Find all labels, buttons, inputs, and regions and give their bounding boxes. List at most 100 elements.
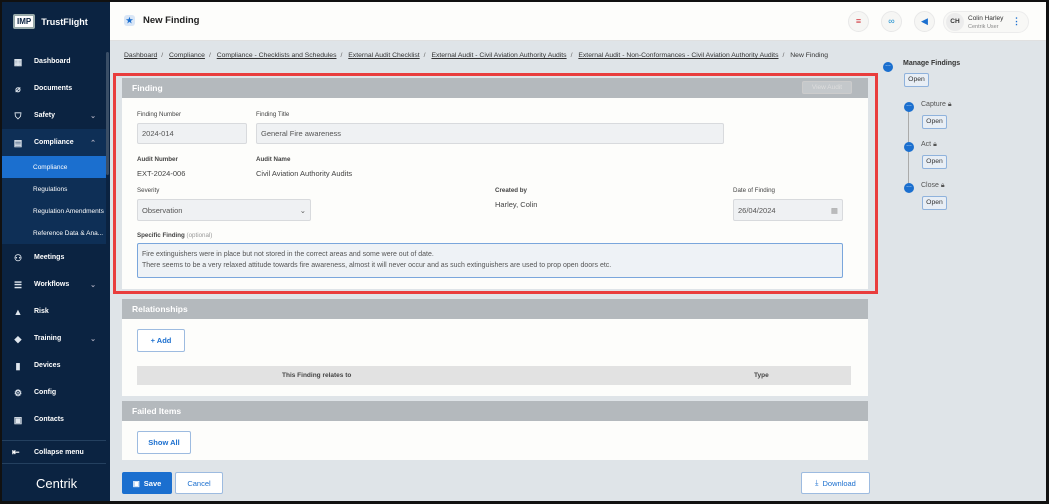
label: Capture (921, 101, 946, 108)
sidebar-item-safety[interactable]: ⛉ Safety ⌄ (2, 102, 106, 129)
avatar: CH (946, 13, 964, 31)
sidebar-item-meetings[interactable]: ⚇ Meetings (2, 244, 106, 271)
sidebar-item-documents[interactable]: ⌀ Documents (2, 75, 106, 102)
dashboard-icon: ▦ (13, 56, 23, 67)
stack-icon[interactable]: ≡ (848, 11, 869, 32)
close-open-button[interactable]: Open (922, 196, 947, 210)
breadcrumb-link[interactable]: External Audit - Non-Conformances - Civi… (578, 52, 778, 59)
centrik-logo: Centrik (36, 476, 78, 491)
label: Documents (34, 85, 73, 92)
lock-icon: 🔒︎ (940, 182, 945, 189)
sidebar-item-config[interactable]: ⚙ Config (2, 379, 106, 406)
manage-open-button[interactable]: Open (904, 73, 929, 87)
relationships-table-header: This Finding relates to Type (137, 366, 851, 385)
sidebar-item-devices[interactable]: ▮ Devices (2, 352, 106, 379)
column-header: This Finding relates to (282, 372, 352, 379)
megaphone-icon[interactable]: ◀ (914, 11, 935, 32)
lock-icon: 🔒︎ (933, 141, 937, 148)
breadcrumb: Dashboard / Compliance / Compliance - Chec… (124, 52, 829, 59)
step-capture: Capture 🔒︎ (921, 101, 952, 109)
sidebar-item-dashboard[interactable]: ▦ Dashboard (2, 48, 106, 75)
sidebar-item-workflows[interactable]: ☰ Workflows ⌄ (2, 271, 106, 298)
label: Compliance (34, 139, 74, 146)
sidebar-scrollbar[interactable] (106, 52, 109, 175)
cancel-button[interactable]: Cancel (175, 472, 223, 494)
label: Risk (34, 308, 49, 315)
step-dot-icon: … (904, 142, 914, 152)
show-all-button[interactable]: Show All (137, 431, 191, 454)
step-act: Act 🔒︎ (921, 141, 937, 149)
download-button[interactable]: ⤓ Download (801, 472, 870, 494)
capture-open-button[interactable]: Open (922, 115, 947, 129)
top-header: ★ New Finding ≡ ∞ ◀ CH Colin Harley Centr… (110, 2, 1046, 41)
contacts-icon: ▣ (13, 414, 23, 425)
app-window: IMP TrustFlight ▦ Dashboard ⌀ Documents ⛉ Sa… (2, 2, 1046, 501)
download-icon: ⤓ (815, 478, 819, 487)
chevron-down-icon: ⌄ (90, 112, 96, 120)
more-vert-icon[interactable]: ⋮ (1012, 16, 1021, 27)
sidebar: IMP TrustFlight ▦ Dashboard ⌀ Documents ⛉ Sa… (2, 2, 110, 501)
sidebar-sub-compliance[interactable]: Compliance (2, 156, 106, 178)
lock-icon: 🔒︎ (947, 101, 952, 108)
config-icon: ⚙ (13, 387, 23, 398)
act-open-button[interactable]: Open (922, 155, 947, 169)
step-dot-icon: … (883, 62, 893, 72)
label: Safety (34, 112, 56, 119)
sidebar-sub-regulation-amendments[interactable]: Regulation Amendments (2, 200, 106, 222)
user-menu[interactable]: CH Colin Harley Centrik User ⋮ (943, 11, 1029, 33)
meetings-icon: ⚇ (13, 252, 23, 263)
label: Collapse menu (34, 448, 84, 456)
label: Save (143, 478, 162, 488)
user-name: Colin Harley (968, 15, 1004, 22)
label: Devices (34, 362, 61, 369)
sidebar-sub-regulations[interactable]: Regulations (2, 178, 106, 200)
sidebar-sub-reference-data[interactable]: Reference Data & Ana... (2, 222, 106, 244)
sidebar-item-contacts[interactable]: ▣ Contacts (2, 406, 106, 433)
label: Contacts (34, 416, 64, 423)
training-icon: ◆ (14, 333, 22, 344)
add-relationship-button[interactable]: + Add (137, 329, 185, 352)
label: Workflows (34, 281, 70, 288)
workflows-icon: ☰ (13, 279, 23, 290)
label: Config (34, 389, 57, 396)
breadcrumb-link[interactable]: Compliance - Checklists and Schedules (217, 52, 337, 59)
sidebar-item-compliance[interactable]: ▤ Compliance ⌃ (2, 129, 106, 156)
shield-icon: ⛉ (14, 110, 22, 121)
label: Download (822, 478, 856, 488)
risk-icon: ▲ (13, 306, 23, 317)
finding-icon: ★ (124, 15, 135, 26)
relationships-heading: Relationships (122, 299, 868, 319)
breadcrumb-link[interactable]: Compliance (169, 52, 205, 59)
breadcrumb-link[interactable]: External Audit - Civil Aviation Authorit… (431, 52, 566, 59)
chevron-down-icon: ⌄ (90, 281, 96, 289)
paperclip-icon: ⌀ (15, 83, 21, 94)
failed-items-heading: Failed Items (122, 401, 868, 421)
step-dot-icon: … (904, 102, 914, 112)
collapse-menu-button[interactable]: ⇤ Collapse menu (2, 440, 106, 464)
brand-logo: IMP TrustFlight (13, 14, 88, 29)
devices-icon: ▮ (15, 360, 21, 371)
relationships-panel: Relationships + Add This Finding relates… (122, 299, 868, 396)
compliance-icon: ▤ (13, 137, 23, 148)
collapse-icon: ⇤ (12, 446, 20, 457)
link-icon[interactable]: ∞ (881, 11, 902, 32)
breadcrumb-link[interactable]: External Audit Checklist (348, 52, 419, 59)
workflow-title: Manage Findings (903, 60, 961, 67)
sidebar-item-training[interactable]: ◆ Training ⌄ (2, 325, 106, 352)
chevron-down-icon: ⌄ (90, 335, 96, 343)
step-dot-icon: … (904, 183, 914, 193)
label: Close (921, 182, 939, 189)
sidebar-item-risk[interactable]: ▲ Risk (2, 298, 106, 325)
label: Act (921, 141, 932, 148)
failed-items-panel: Failed Items Show All (122, 401, 868, 460)
step-close: Close 🔒︎ (921, 182, 945, 190)
brand-name: TrustFlight (41, 16, 88, 27)
chevron-up-icon: ⌃ (90, 139, 96, 147)
breadcrumb-current: New Finding (790, 52, 829, 59)
save-button[interactable]: ▣ Save (122, 472, 172, 494)
highlight-box (113, 73, 878, 294)
breadcrumb-link[interactable]: Dashboard (124, 52, 157, 59)
user-role: Centrik User (968, 24, 999, 30)
label: Meetings (34, 254, 65, 261)
label: Dashboard (34, 58, 71, 65)
